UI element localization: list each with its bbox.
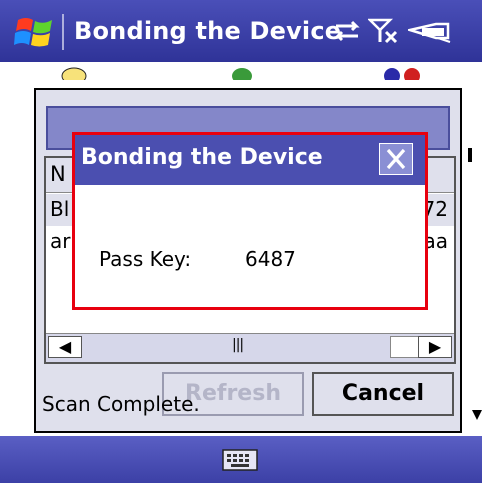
connectivity-icon[interactable] <box>330 16 364 46</box>
column-header-name: N <box>50 162 66 186</box>
dialog-title: Bonding the Device <box>81 145 323 170</box>
scroll-left-arrow-icon[interactable]: ◀ <box>48 336 82 358</box>
pass-key-value: 6487 <box>245 247 296 271</box>
start-flag-icon[interactable] <box>14 12 56 52</box>
list-item-left: ar <box>50 229 71 253</box>
close-icon <box>386 148 406 170</box>
horizontal-scrollbar[interactable]: ◀ ||| ▶ <box>46 333 454 362</box>
background-toolbar <box>0 62 482 85</box>
list-item-left: Bl <box>50 197 70 221</box>
taskbar-separator <box>62 14 64 50</box>
scroll-right-arrow-icon[interactable]: ▶ <box>418 336 452 358</box>
scroll-grip-icon: ||| <box>232 337 244 353</box>
cancel-button[interactable]: Cancel <box>312 372 454 416</box>
keyboard-icon[interactable] <box>222 448 258 472</box>
pass-key-dialog: Bonding the Device Pass Key: 6487 <box>72 132 428 310</box>
content-area: N Bl 72 ar aa ◀ ||| ▶ Refresh Cancel Sca… <box>0 62 482 436</box>
taskbar-title: Bonding the Device <box>74 17 342 45</box>
close-button[interactable] <box>379 143 413 175</box>
softkey-bar <box>0 436 482 483</box>
status-text: Scan Complete. <box>42 392 200 416</box>
pass-key-label: Pass Key: <box>99 247 192 271</box>
right-edge-marks <box>468 148 482 420</box>
dialog-titlebar: Bonding the Device <box>75 135 425 185</box>
taskbar: Bonding the Device <box>0 0 482 62</box>
signal-off-icon[interactable] <box>368 16 402 46</box>
background-toolbar-icons <box>61 67 420 85</box>
battery-icon[interactable] <box>408 16 452 46</box>
